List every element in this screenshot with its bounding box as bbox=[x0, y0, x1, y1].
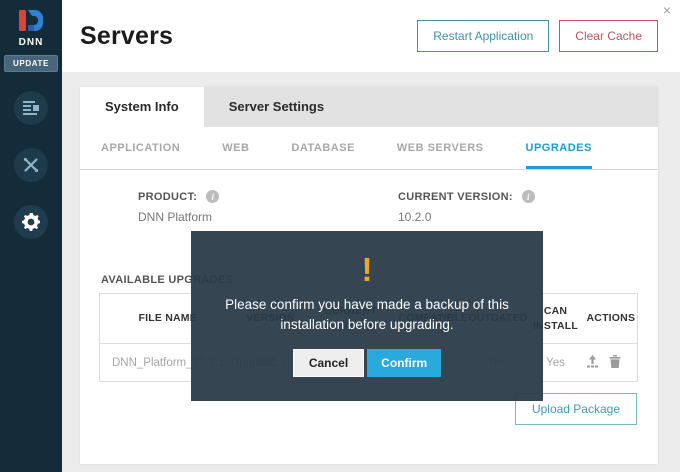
subtab-web[interactable]: WEB bbox=[222, 127, 249, 169]
confirm-message: Please confirm you have made a backup of… bbox=[211, 295, 523, 336]
dnn-logo-icon bbox=[18, 9, 44, 35]
page-title: Servers bbox=[80, 22, 173, 51]
install-icon[interactable] bbox=[586, 355, 599, 368]
info-icon[interactable]: i bbox=[206, 190, 219, 203]
confirm-button[interactable]: Confirm bbox=[367, 349, 441, 377]
tab-bar: System Info Server Settings bbox=[80, 87, 658, 127]
sidebar-item-tools[interactable] bbox=[14, 148, 48, 182]
close-icon[interactable]: × bbox=[663, 3, 671, 17]
warning-exclamation-icon: ! bbox=[191, 253, 543, 286]
subtab-upgrades[interactable]: UPGRADES bbox=[526, 127, 592, 169]
sidebar-item-content[interactable] bbox=[14, 91, 48, 125]
tab-system-info[interactable]: System Info bbox=[80, 87, 204, 127]
info-icon[interactable]: i bbox=[522, 190, 535, 203]
col-actions: ACTIONS bbox=[584, 294, 638, 344]
subtab-web-servers[interactable]: WEB SERVERS bbox=[397, 127, 484, 169]
current-version-label: CURRENT VERSION: bbox=[398, 191, 513, 203]
update-badge[interactable]: UPDATE bbox=[4, 55, 58, 72]
product-value: DNN Platform bbox=[138, 210, 398, 224]
sidebar-item-settings[interactable] bbox=[14, 205, 48, 239]
dnn-logo[interactable]: DNN bbox=[18, 9, 44, 48]
delete-icon[interactable] bbox=[609, 355, 621, 368]
content-icon bbox=[23, 101, 39, 115]
system-info-section: PRODUCT: i DNN Platform CURRENT VERSION:… bbox=[80, 170, 658, 224]
current-version-value: 10.2.0 bbox=[398, 210, 658, 224]
product-label: PRODUCT: bbox=[138, 191, 197, 203]
subtab-application[interactable]: APPLICATION bbox=[101, 127, 180, 169]
restart-application-button[interactable]: Restart Application bbox=[417, 20, 549, 52]
persona-bar: DNN UPDATE bbox=[0, 0, 62, 472]
tools-icon bbox=[23, 157, 39, 173]
subtab-database[interactable]: DATABASE bbox=[291, 127, 354, 169]
gear-icon bbox=[22, 213, 40, 231]
subtab-bar: APPLICATION WEB DATABASE WEB SERVERS UPG… bbox=[80, 127, 658, 170]
dnn-logo-text: DNN bbox=[18, 37, 44, 48]
backup-confirm-dialog: ! Please confirm you have made a backup … bbox=[191, 231, 543, 401]
cancel-button[interactable]: Cancel bbox=[293, 349, 364, 377]
cell-actions bbox=[584, 344, 638, 382]
tab-server-settings[interactable]: Server Settings bbox=[204, 87, 349, 127]
clear-cache-button[interactable]: Clear Cache bbox=[559, 20, 658, 52]
page-header: Servers Restart Application Clear Cache … bbox=[62, 0, 680, 72]
